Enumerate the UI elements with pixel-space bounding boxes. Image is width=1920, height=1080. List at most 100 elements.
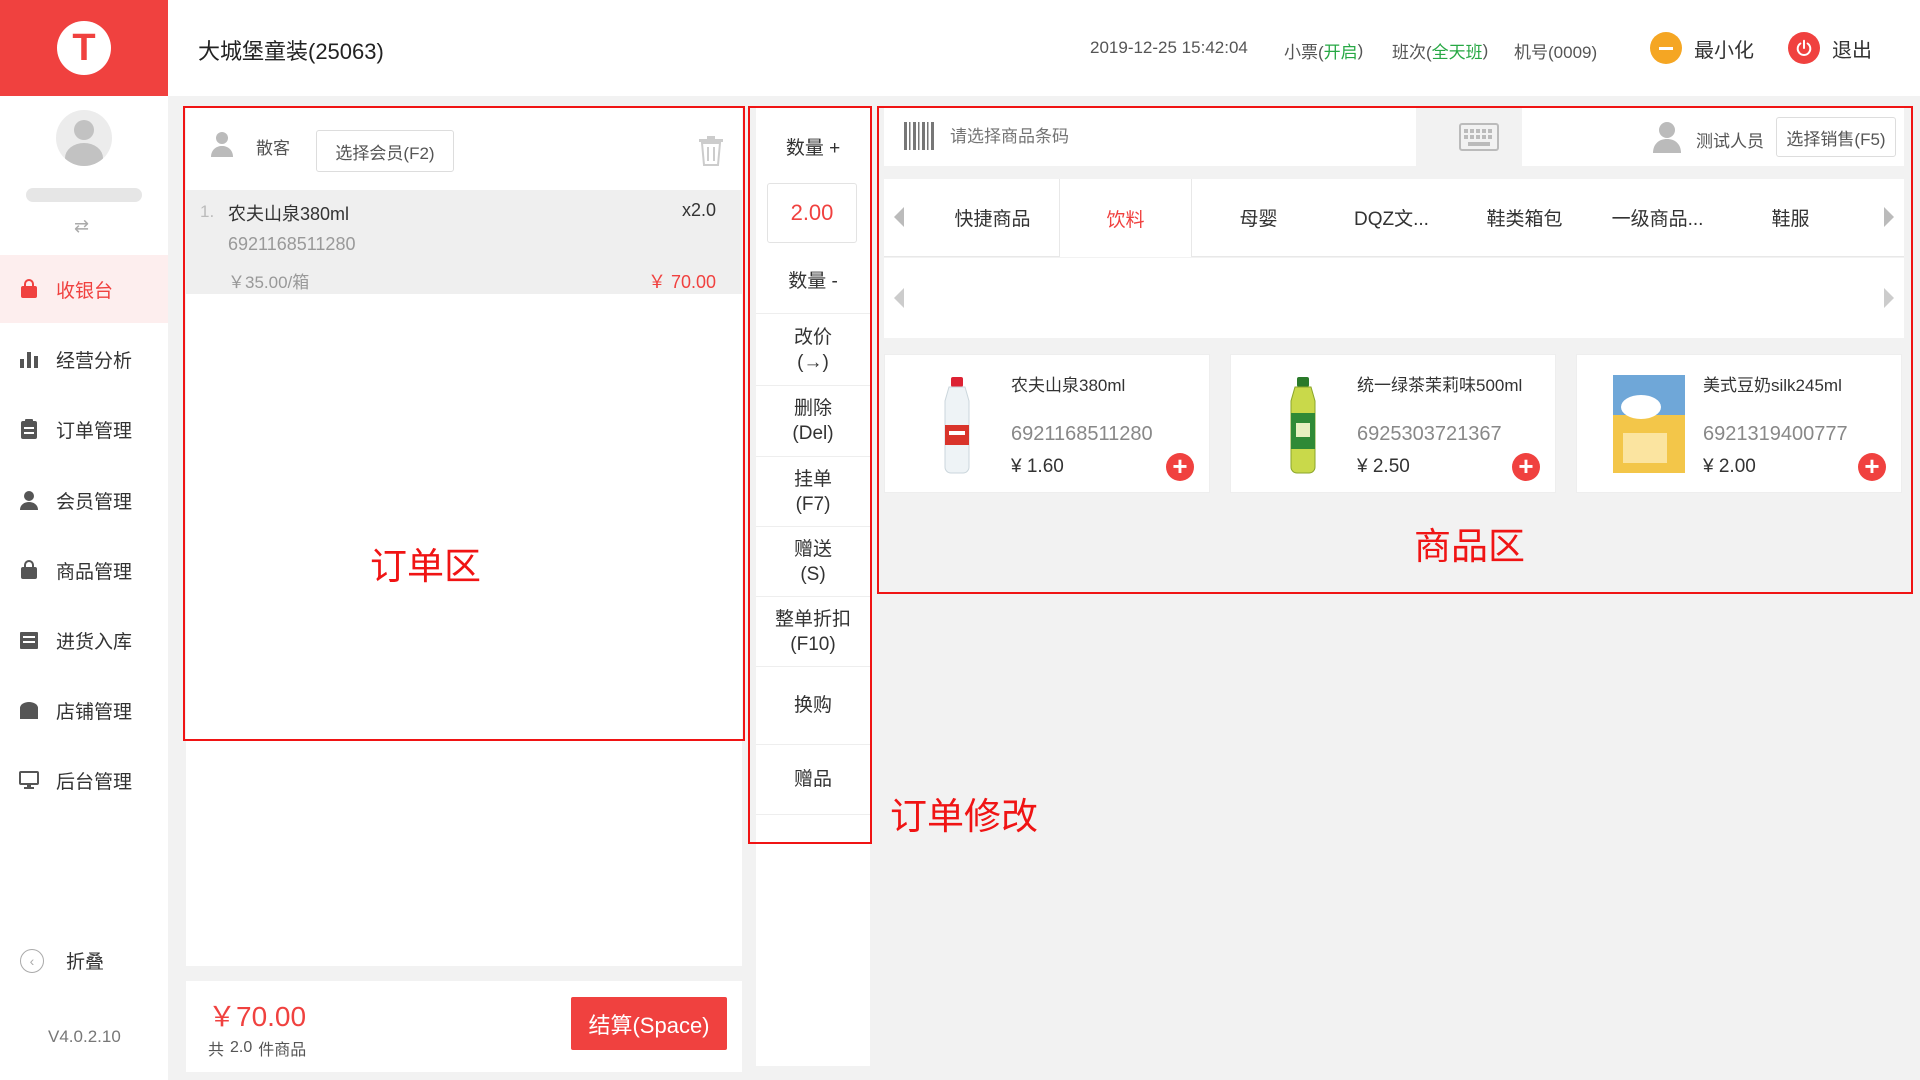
power-icon bbox=[1788, 32, 1820, 64]
add-product-icon[interactable]: + bbox=[1512, 453, 1540, 481]
user-icon bbox=[16, 487, 42, 513]
minimize-button[interactable]: 最小化 bbox=[1650, 32, 1754, 64]
store-name: 大城堡童装(25063) bbox=[198, 39, 384, 64]
item-name: 农夫山泉380ml bbox=[228, 204, 350, 224]
item-subtotal: ￥ 70.00 bbox=[647, 272, 716, 292]
tab-drinks[interactable]: 饮料 bbox=[1059, 179, 1192, 257]
change-price-button[interactable]: 改价 (→) bbox=[756, 314, 870, 386]
checkout-bar: ￥70.00 共 2.0 件商品 结算(Space) bbox=[186, 981, 742, 1072]
category-tab-bar: 快捷商品 饮料 母婴 DQZ文... 鞋类箱包 一级商品... 鞋服 bbox=[884, 179, 1904, 257]
exchange-button[interactable]: 换购 bbox=[756, 667, 870, 745]
clipboard-icon bbox=[16, 416, 42, 442]
sidebar-item-cashier[interactable]: 收银台 bbox=[0, 255, 168, 323]
add-product-icon[interactable]: + bbox=[1166, 453, 1194, 481]
product-card[interactable]: 美式豆奶silk245ml 6921319400777 ¥ 2.00 + bbox=[1576, 354, 1902, 493]
tab-level1-products[interactable]: 一级商品... bbox=[1591, 179, 1724, 255]
product-card[interactable]: 统一绿茶茉莉味500ml 6925303721367 ¥ 2.50 + bbox=[1230, 354, 1556, 493]
order-item-row[interactable]: 1. 农夫山泉380ml x2.0 6921168511280 ￥35.00/箱… bbox=[186, 190, 742, 294]
collapse-button[interactable]: ‹ 折叠 bbox=[20, 947, 104, 974]
chevron-left-circle-icon: ‹ bbox=[20, 948, 44, 973]
monitor-icon bbox=[16, 767, 42, 793]
qty-plus-button[interactable]: 数量 + bbox=[756, 118, 870, 178]
gift-button[interactable]: 赠送 (S) bbox=[756, 527, 870, 597]
subcategory-bar bbox=[884, 258, 1904, 338]
product-name: 统一绿茶茉莉味500ml bbox=[1357, 376, 1523, 395]
add-product-icon[interactable]: + bbox=[1858, 453, 1886, 481]
subcategory-scroll-right-icon[interactable] bbox=[1884, 288, 1894, 308]
customer-label: 散客 bbox=[256, 139, 290, 158]
product-name: 农夫山泉380ml bbox=[1011, 376, 1126, 395]
checkout-button[interactable]: 结算(Space) bbox=[571, 997, 727, 1050]
tab-scroll-right-icon[interactable] bbox=[1884, 207, 1894, 227]
barcode-input[interactable] bbox=[950, 120, 1280, 154]
order-modify-label: 订单修改 bbox=[890, 796, 1038, 837]
avatar[interactable] bbox=[56, 110, 112, 166]
logo-letter: T bbox=[72, 26, 96, 69]
minimize-icon bbox=[1650, 32, 1682, 64]
sidebar-item-members[interactable]: 会员管理 bbox=[0, 466, 168, 534]
qty-value-field[interactable]: 2.00 bbox=[767, 183, 857, 243]
tab-quick-products[interactable]: 快捷商品 bbox=[926, 179, 1059, 255]
hold-order-button[interactable]: 挂单 (F7) bbox=[756, 457, 870, 527]
bar-chart-icon bbox=[16, 346, 42, 372]
tab-scroll-left-icon[interactable] bbox=[894, 207, 904, 227]
product-card[interactable]: 农夫山泉380ml 6921168511280 ¥ 1.60 + bbox=[884, 354, 1210, 493]
item-unit-price: ￥35.00/箱 bbox=[228, 273, 310, 292]
bag-outline-icon bbox=[16, 557, 42, 583]
item-barcode: 6921168511280 bbox=[228, 234, 356, 254]
product-barcode: 6921168511280 bbox=[1011, 423, 1153, 445]
order-discount-button[interactable]: 整单折扣 (F10) bbox=[756, 597, 870, 667]
tab-shoes-bags[interactable]: 鞋类箱包 bbox=[1458, 179, 1591, 255]
staff-name: 测试人员 bbox=[1696, 132, 1764, 151]
tab-apparel[interactable]: 鞋服 bbox=[1724, 179, 1857, 255]
staff-avatar-icon bbox=[1652, 120, 1682, 159]
datetime: 2019-12-25 15:42:04 bbox=[1090, 38, 1248, 57]
product-price: ¥ 2.50 bbox=[1357, 456, 1410, 477]
barcode-icon bbox=[904, 122, 934, 155]
keyboard-icon[interactable] bbox=[1436, 108, 1522, 166]
delete-button[interactable]: 删除 (Del) bbox=[756, 386, 870, 457]
store-icon bbox=[16, 697, 42, 723]
item-qty: x2.0 bbox=[681, 200, 716, 220]
sidebar-item-admin[interactable]: 后台管理 bbox=[0, 746, 168, 814]
qty-minus-button[interactable]: 数量 - bbox=[756, 250, 870, 314]
customer-row: 散客 bbox=[210, 130, 290, 163]
version-label: V4.0.2.10 bbox=[48, 1027, 121, 1046]
shift-status: 班次(全天班) bbox=[1392, 40, 1489, 63]
product-barcode: 6925303721367 bbox=[1357, 423, 1502, 445]
product-search-bar: 测试人员 选择销售(F5) bbox=[884, 108, 1904, 166]
tab-dqz-stationery[interactable]: DQZ文... bbox=[1325, 179, 1458, 255]
receipt-status: 小票(开启) bbox=[1284, 40, 1364, 63]
inbox-icon bbox=[16, 627, 42, 653]
product-price: ¥ 1.60 bbox=[1011, 456, 1064, 477]
switch-user-icon[interactable]: ⇄ bbox=[74, 216, 89, 237]
select-member-button[interactable]: 选择会员(F2) bbox=[316, 130, 454, 172]
user-icon bbox=[210, 130, 234, 163]
product-name: 美式豆奶silk245ml bbox=[1703, 376, 1842, 395]
exit-button[interactable]: 退出 bbox=[1788, 32, 1872, 64]
machine-number: 机号(0009) bbox=[1514, 43, 1598, 62]
sidebar-item-inventory[interactable]: 进货入库 bbox=[0, 606, 168, 674]
select-sales-button[interactable]: 选择销售(F5) bbox=[1776, 117, 1896, 157]
logo-icon: T bbox=[57, 21, 111, 75]
username-blurred bbox=[26, 188, 142, 202]
order-total: ￥70.00 bbox=[208, 1001, 307, 1032]
sidebar-item-analysis[interactable]: 经营分析 bbox=[0, 325, 168, 393]
search-bar-divider bbox=[1416, 108, 1436, 166]
top-bar: 大城堡童装(25063) 2019-12-25 15:42:04 小票(开启) … bbox=[168, 0, 1920, 96]
trash-icon[interactable] bbox=[698, 136, 724, 171]
order-area-label: 订单区 bbox=[370, 546, 481, 587]
soy-milk-carton-image bbox=[1611, 373, 1687, 475]
green-tea-bottle-image bbox=[1265, 373, 1341, 475]
product-barcode: 6921319400777 bbox=[1703, 423, 1848, 445]
freebie-button[interactable]: 赠品 bbox=[756, 745, 870, 815]
item-count: 共 2.0 件商品 bbox=[208, 1039, 307, 1059]
sidebar-item-products[interactable]: 商品管理 bbox=[0, 536, 168, 604]
subcategory-scroll-left-icon[interactable] bbox=[894, 288, 904, 308]
sidebar-item-orders[interactable]: 订单管理 bbox=[0, 395, 168, 463]
tab-maternal-baby[interactable]: 母婴 bbox=[1192, 179, 1325, 255]
product-price: ¥ 2.00 bbox=[1703, 456, 1756, 477]
product-area-label: 商品区 bbox=[1414, 526, 1525, 567]
logo-block: T bbox=[0, 0, 168, 96]
sidebar-item-store[interactable]: 店铺管理 bbox=[0, 676, 168, 744]
